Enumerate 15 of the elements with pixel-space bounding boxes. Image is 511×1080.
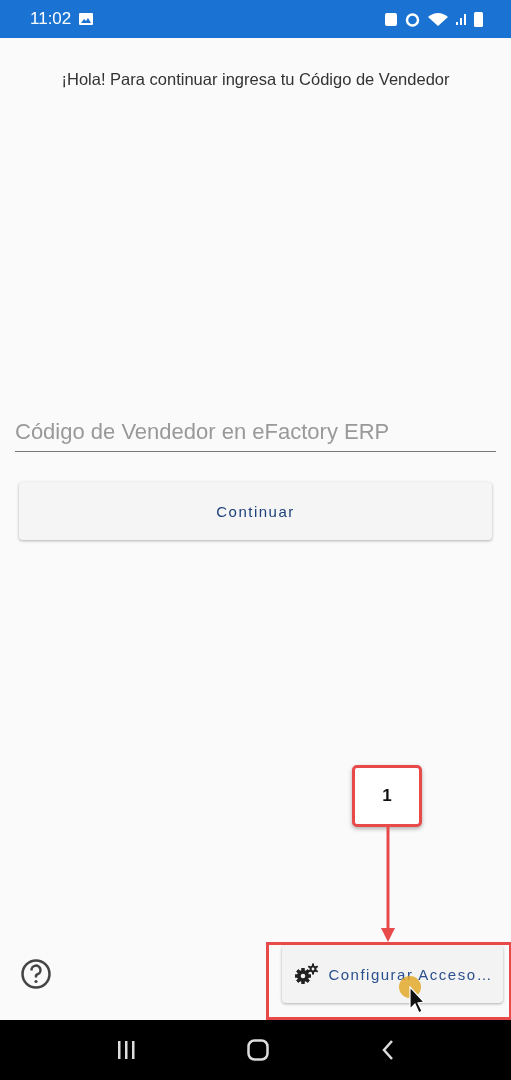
help-icon[interactable] <box>20 958 52 990</box>
image-icon <box>79 13 94 25</box>
signal-icon <box>456 13 466 25</box>
status-time: 11:02 <box>30 9 72 29</box>
gears-icon <box>294 963 321 985</box>
recent-apps-icon[interactable] <box>115 1040 136 1060</box>
greeting-text: ¡Hola! Para continuar ingresa tu Código de Vendedor <box>60 70 451 89</box>
battery-icon <box>474 11 483 27</box>
continue-button[interactable]: Continuar <box>19 482 492 540</box>
back-icon[interactable] <box>381 1039 396 1061</box>
wifi-icon <box>428 12 448 26</box>
step-callout: 1 <box>352 765 422 827</box>
configure-access-button[interactable]: Configurar Acceso… <box>282 945 503 1003</box>
home-icon[interactable] <box>247 1039 270 1061</box>
seller-code-field[interactable]: Código de Vendedor en eFactory ERP <box>15 411 496 452</box>
